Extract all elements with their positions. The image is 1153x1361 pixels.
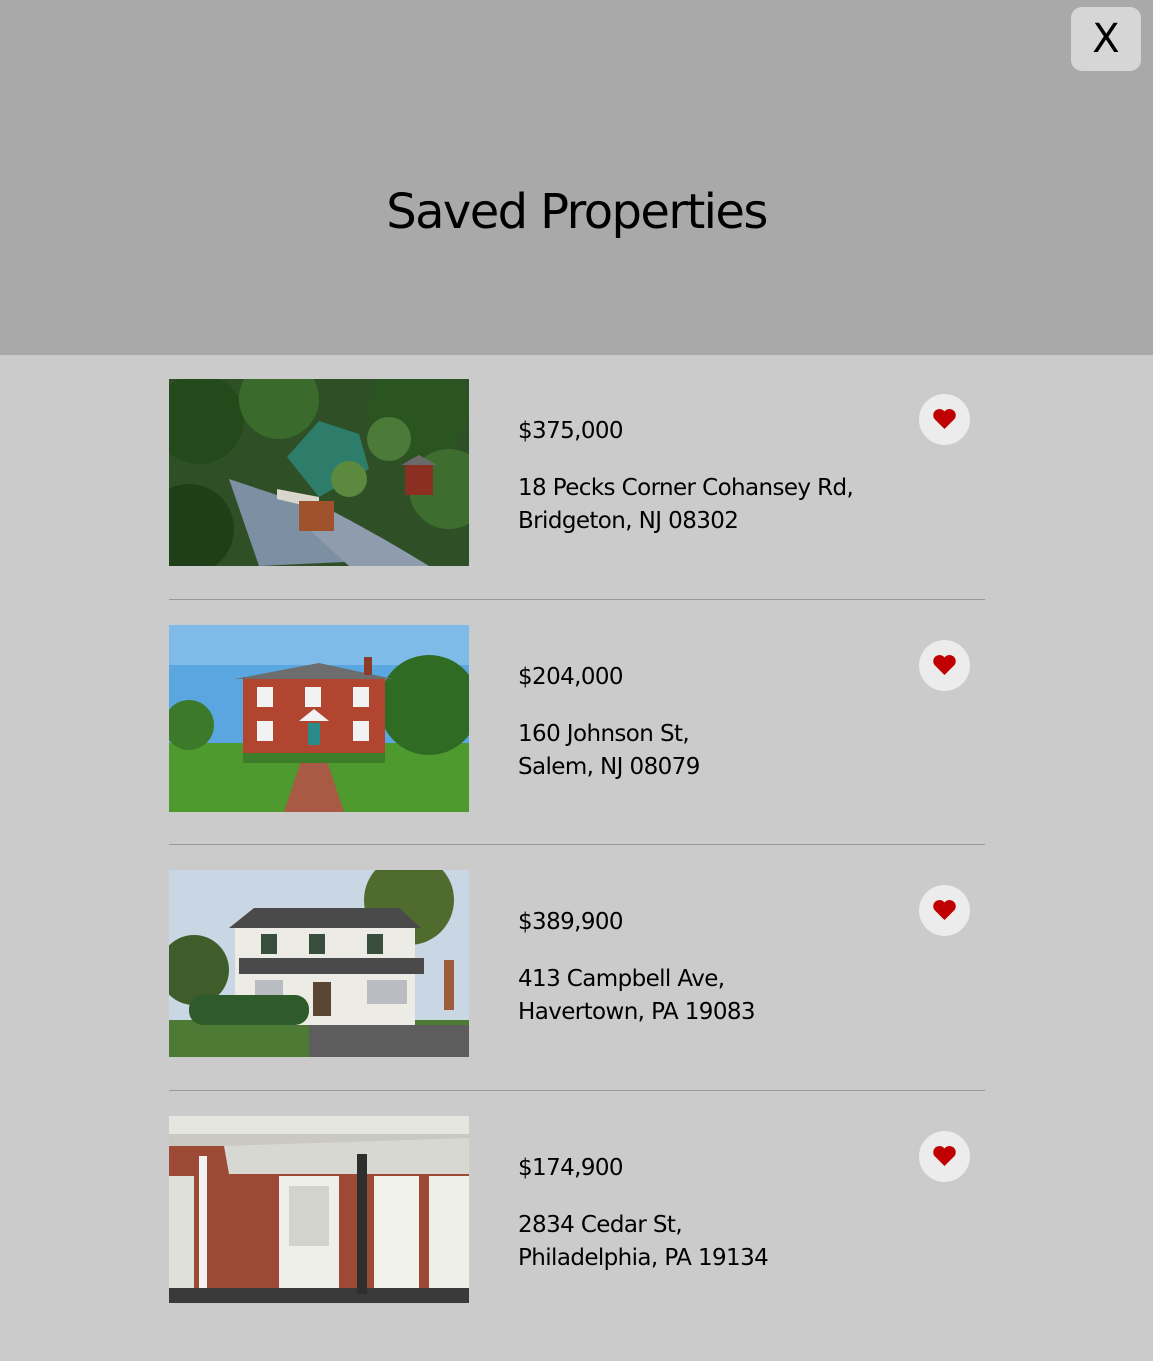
property-price: $389,900 — [518, 908, 623, 936]
favorite-button[interactable] — [919, 1131, 970, 1182]
address-street: 18 Pecks Corner Cohansey Rd, — [518, 472, 853, 505]
property-address: 2834 Cedar St, Philadelphia, PA 19134 — [518, 1209, 768, 1275]
address-city: Havertown, PA 19083 — [518, 996, 755, 1029]
property-address: 413 Campbell Ave, Havertown, PA 19083 — [518, 963, 755, 1029]
heart-icon — [932, 1145, 957, 1167]
heart-icon — [932, 654, 957, 676]
property-photo[interactable] — [169, 379, 469, 566]
property-card[interactable]: $174,900 2834 Cedar St, Philadelphia, PA… — [169, 1116, 985, 1361]
property-photo[interactable] — [169, 1116, 469, 1303]
property-price: $204,000 — [518, 663, 623, 691]
address-street: 160 Johnson St, — [518, 718, 700, 751]
property-photo[interactable] — [169, 870, 469, 1057]
address-street: 413 Campbell Ave, — [518, 963, 755, 996]
property-address: 18 Pecks Corner Cohansey Rd, Bridgeton, … — [518, 472, 853, 538]
modal-header: Saved Properties X — [0, 0, 1153, 355]
heart-icon — [932, 408, 957, 430]
page-title: Saved Properties — [0, 183, 1153, 241]
property-card[interactable]: $389,900 413 Campbell Ave, Havertown, PA… — [169, 870, 985, 1116]
property-address: 160 Johnson St, Salem, NJ 08079 — [518, 718, 700, 784]
address-city: Bridgeton, NJ 08302 — [518, 505, 853, 538]
favorite-button[interactable] — [919, 394, 970, 445]
address-city: Philadelphia, PA 19134 — [518, 1242, 768, 1275]
property-card[interactable]: $375,000 18 Pecks Corner Cohansey Rd, Br… — [169, 379, 985, 625]
property-price: $375,000 — [518, 417, 623, 445]
close-button[interactable]: X — [1071, 7, 1141, 71]
saved-properties-list: $375,000 18 Pecks Corner Cohansey Rd, Br… — [169, 379, 985, 1361]
favorite-button[interactable] — [919, 640, 970, 691]
address-street: 2834 Cedar St, — [518, 1209, 768, 1242]
address-city: Salem, NJ 08079 — [518, 751, 700, 784]
property-photo[interactable] — [169, 625, 469, 812]
favorite-button[interactable] — [919, 885, 970, 936]
heart-icon — [932, 899, 957, 921]
property-price: $174,900 — [518, 1154, 623, 1182]
property-card[interactable]: $204,000 160 Johnson St, Salem, NJ 08079 — [169, 625, 985, 871]
